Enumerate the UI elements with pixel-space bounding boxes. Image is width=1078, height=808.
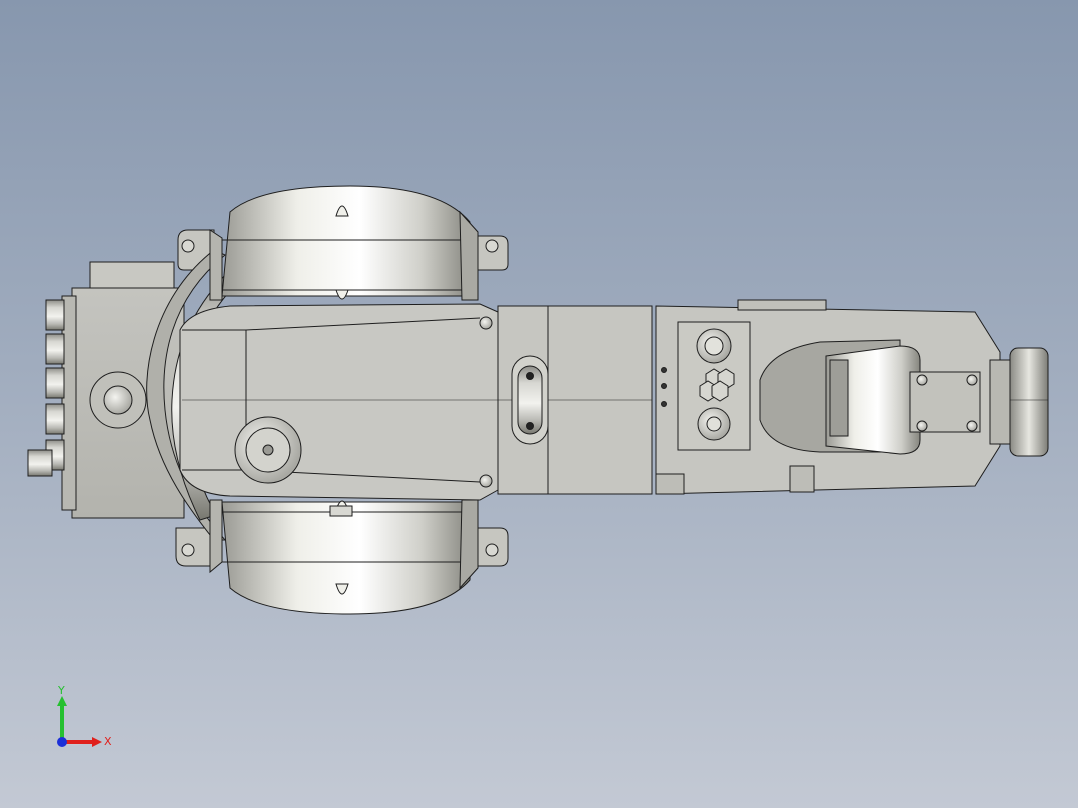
triad-y-label: Y [57, 684, 65, 697]
lower-arm-axis-cap[interactable] [234, 416, 302, 484]
base-mount-flange-bottom-left [175, 527, 215, 567]
triad-x-label: X [104, 735, 112, 748]
triad-z-axis [57, 737, 67, 747]
tool-flange[interactable] [989, 347, 1049, 457]
lower-arm-body[interactable] [179, 303, 499, 501]
cad-viewport[interactable]: Y X [0, 0, 1078, 808]
arm-mid-section [497, 305, 653, 495]
upper-arm-drum-bottom[interactable] [209, 499, 479, 615]
orientation-triad: Y X [40, 680, 130, 760]
upper-arm-drum-top[interactable] [209, 185, 479, 301]
robot-arm-model[interactable] [0, 0, 1078, 808]
